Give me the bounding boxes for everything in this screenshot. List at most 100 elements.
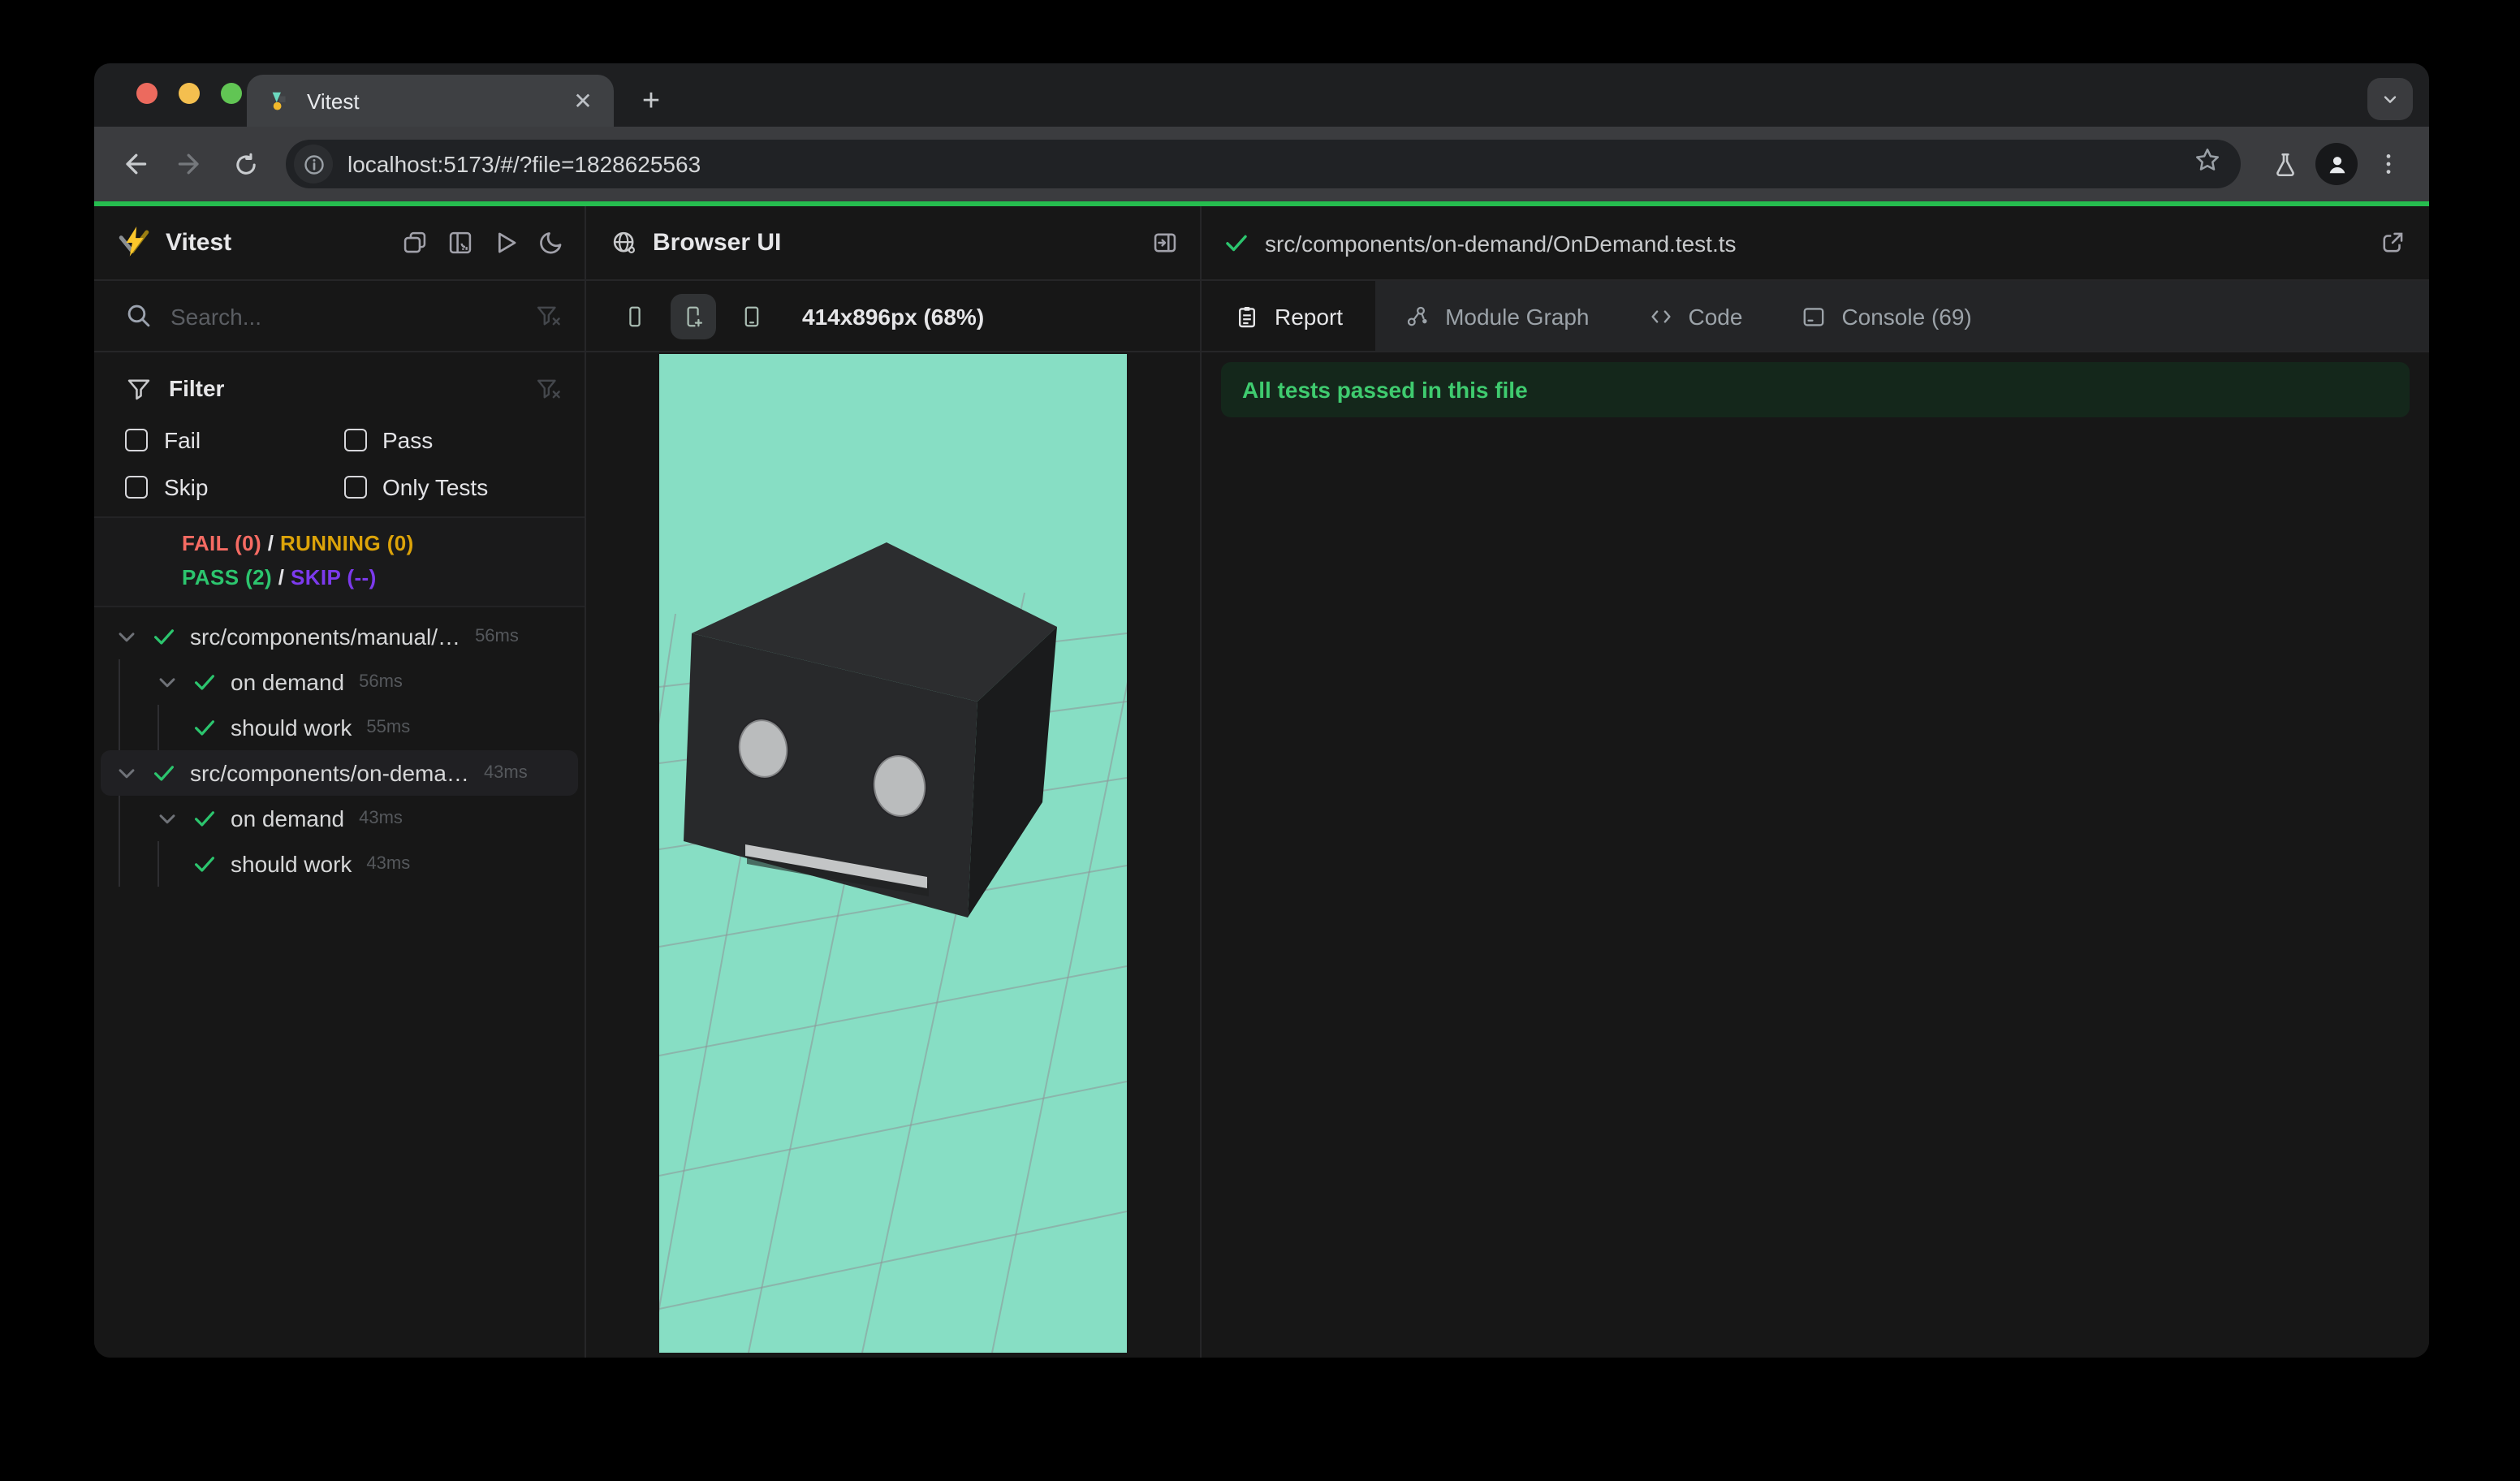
- stacked-windows-icon[interactable]: [401, 229, 429, 257]
- checkbox[interactable]: [343, 429, 366, 451]
- test-file-path: src/components/on-demand/OnDemand.test.t…: [1265, 230, 1737, 256]
- forward-icon[interactable]: [166, 140, 214, 188]
- search-bar: [94, 281, 585, 351]
- pass-check-icon: [151, 624, 177, 650]
- pass-count: PASS (2): [182, 565, 273, 589]
- report-tabbar: Report Module Graph Code Console (69): [1202, 281, 2429, 351]
- checkbox[interactable]: [125, 429, 148, 451]
- report-icon: [1234, 303, 1260, 329]
- console-icon: [1801, 303, 1827, 329]
- filter-checkbox-skip[interactable]: Skip: [125, 474, 343, 500]
- menu-icon[interactable]: [2364, 140, 2413, 188]
- pass-check-icon: [192, 669, 218, 695]
- tab-label: Report: [1275, 303, 1344, 329]
- clear-filter-icon[interactable]: [534, 374, 562, 402]
- app-title: Vitest: [166, 229, 232, 257]
- fail-count: FAIL (0): [182, 531, 262, 555]
- all-passed-banner: All tests passed in this file: [1221, 362, 2410, 417]
- chevron-down-icon[interactable]: [154, 805, 180, 831]
- search-icon: [125, 302, 153, 330]
- chevron-down-icon[interactable]: [154, 669, 180, 695]
- browser-tab[interactable]: Vitest ✕: [247, 75, 614, 127]
- test-status-summary: FAIL (0) / RUNNING (0) PASS (2) / SKIP (…: [94, 516, 585, 607]
- pass-check-icon: [192, 715, 218, 740]
- module-graph-icon: [1405, 303, 1430, 329]
- duration: 56ms: [475, 627, 519, 646]
- phone-add-icon[interactable]: [671, 293, 716, 339]
- star-icon[interactable]: [2194, 146, 2221, 182]
- tested-app-viewport[interactable]: [659, 354, 1127, 1353]
- phone-small-icon[interactable]: [612, 293, 658, 339]
- tree-row-file[interactable]: src/components/manual/… 56ms: [94, 614, 585, 659]
- sidebar-header: Vitest: [94, 206, 585, 279]
- tree-row-suite[interactable]: on demand 43ms: [94, 796, 585, 841]
- tree-row-file-selected[interactable]: src/components/on-dema… 43ms: [101, 750, 578, 796]
- filter-panel: Filter Fail Pass Skip Only Tests: [94, 352, 585, 516]
- chevron-down-icon[interactable]: [114, 624, 140, 650]
- test-name: should work: [231, 715, 352, 740]
- chevron-down-icon[interactable]: [114, 760, 140, 786]
- filter-title: Filter: [169, 375, 225, 401]
- report-panel: src/components/on-demand/OnDemand.test.t…: [1202, 206, 2429, 1358]
- flask-icon[interactable]: [2260, 140, 2309, 188]
- back-icon[interactable]: [110, 140, 159, 188]
- globe-icon: [611, 229, 638, 257]
- screen: Vitest ✕ + localhost:5173/#/?file=182862…: [0, 0, 2520, 1481]
- tab-module-graph[interactable]: Module Graph: [1375, 281, 1618, 351]
- tree-row-suite[interactable]: on demand 56ms: [94, 659, 585, 705]
- zoom-window-button[interactable]: [221, 83, 242, 104]
- dashboard-icon[interactable]: [447, 229, 474, 257]
- browser-window: Vitest ✕ + localhost:5173/#/?file=182862…: [94, 63, 2429, 1358]
- test-name: should work: [231, 851, 352, 877]
- search-input[interactable]: [170, 303, 534, 329]
- checkbox[interactable]: [125, 476, 148, 499]
- vitest-logo-icon: [117, 226, 151, 260]
- robot-cube-scene: [659, 354, 1127, 1353]
- reload-icon[interactable]: [221, 140, 270, 188]
- checkbox[interactable]: [343, 476, 366, 499]
- filter-checkbox-fail[interactable]: Fail: [125, 427, 343, 453]
- code-icon: [1648, 303, 1674, 329]
- tab-console[interactable]: Console (69): [1771, 281, 2000, 351]
- tab-label: Console (69): [1841, 303, 1972, 329]
- url-bar[interactable]: localhost:5173/#/?file=1828625563: [286, 140, 2241, 188]
- open-external-icon[interactable]: [2379, 229, 2406, 257]
- skip-count: SKIP (--): [290, 565, 377, 589]
- test-file-name: src/components/on-dema…: [190, 760, 469, 786]
- browser-tabstrip: Vitest ✕ +: [94, 63, 2429, 127]
- suite-name: on demand: [231, 669, 345, 695]
- pass-check-icon: [192, 851, 218, 877]
- new-tab-button[interactable]: +: [630, 81, 672, 123]
- run-all-icon[interactable]: [492, 229, 520, 257]
- sidebar: Vitest Search... Filter Fail Pass Skip O…: [94, 206, 585, 1358]
- site-info-icon[interactable]: [294, 145, 333, 184]
- preview-title: Browser UI: [653, 229, 782, 257]
- tab-label: Code: [1688, 303, 1743, 329]
- tablet-icon[interactable]: [729, 293, 775, 339]
- filter-checkbox-only-tests[interactable]: Only Tests: [343, 474, 562, 500]
- test-file-name: src/components/manual/…: [190, 624, 461, 650]
- panel-right-icon[interactable]: [1151, 229, 1179, 257]
- profile-avatar[interactable]: [2315, 143, 2358, 185]
- filter-icon: [125, 374, 153, 402]
- tree-row-test[interactable]: should work 43ms: [94, 841, 585, 887]
- pass-check-icon: [151, 760, 177, 786]
- filter-checkbox-pass[interactable]: Pass: [343, 427, 562, 453]
- tree-row-test[interactable]: should work 55ms: [94, 705, 585, 750]
- vitest-favicon: [268, 89, 292, 113]
- tab-report[interactable]: Report: [1202, 281, 1376, 351]
- duration: 43ms: [366, 854, 411, 874]
- pass-check-icon: [1223, 229, 1250, 257]
- close-window-button[interactable]: [136, 83, 158, 104]
- tab-search-button[interactable]: [2367, 78, 2413, 120]
- banner-text: All tests passed in this file: [1242, 377, 1528, 403]
- tab-close-icon[interactable]: ✕: [568, 86, 598, 115]
- browser-toolbar: localhost:5173/#/?file=1828625563: [94, 127, 2429, 201]
- tab-code[interactable]: Code: [1619, 281, 1772, 351]
- duration: 56ms: [359, 672, 403, 692]
- report-content: All tests passed in this file: [1202, 352, 2429, 1358]
- preview-header: Browser UI: [586, 206, 1200, 279]
- minimize-window-button[interactable]: [179, 83, 200, 104]
- clear-filter-icon[interactable]: [534, 302, 562, 330]
- dark-mode-icon[interactable]: [537, 229, 565, 257]
